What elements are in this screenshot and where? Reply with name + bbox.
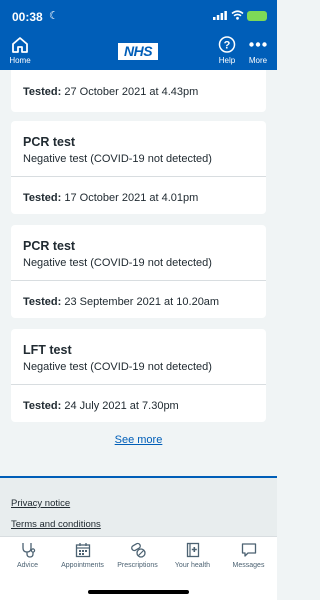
- tab-prescriptions[interactable]: Prescriptions: [110, 542, 165, 569]
- app-header: Home NHS ? Help More: [0, 34, 277, 70]
- tab-messages-label: Messages: [232, 562, 265, 569]
- terms-and-conditions-link[interactable]: Terms and conditions: [11, 519, 101, 530]
- tab-prescriptions-label: Prescriptions: [117, 562, 158, 569]
- calendar-icon: [75, 543, 90, 558]
- test-result: Negative test (COVID-19 not detected): [23, 361, 212, 373]
- test-result-card: PCR test Negative test (COVID-19 not det…: [11, 225, 266, 318]
- home-label: Home: [9, 56, 31, 65]
- tested-date: Tested: 27 October 2021 at 4.43pm: [23, 86, 199, 98]
- help-button[interactable]: ? Help: [215, 36, 239, 65]
- test-type: LFT test: [23, 343, 72, 357]
- help-label: Help: [218, 56, 236, 65]
- tested-date: Tested: 24 July 2021 at 7.30pm: [23, 400, 179, 412]
- nhs-logo: NHS: [118, 43, 158, 60]
- health-record-icon: [186, 542, 199, 558]
- home-icon: [12, 37, 28, 53]
- more-button[interactable]: More: [244, 36, 272, 65]
- divider: [11, 384, 266, 385]
- home-button[interactable]: Home: [6, 36, 34, 65]
- test-result-card: Tested: 27 October 2021 at 4.43pm: [11, 70, 266, 112]
- pills-icon: [130, 542, 146, 558]
- svg-text:?: ?: [224, 40, 231, 52]
- help-icon: ?: [218, 36, 236, 53]
- tab-messages[interactable]: Messages: [221, 542, 276, 569]
- test-type: PCR test: [23, 239, 76, 253]
- status-bar: 00:38 ☾: [0, 0, 277, 34]
- tested-date: Tested: 17 October 2021 at 4.01pm: [23, 192, 199, 204]
- status-time: 00:38: [12, 10, 43, 24]
- signal-icon: [213, 11, 227, 20]
- tab-advice[interactable]: Advice: [0, 542, 55, 569]
- tab-your-health[interactable]: Your health: [165, 542, 220, 569]
- battery-icon: [247, 11, 267, 21]
- test-results-list: Tested: 27 October 2021 at 4.43pm PCR te…: [0, 70, 277, 476]
- divider: [11, 280, 266, 281]
- tab-advice-label: Advice: [16, 562, 38, 569]
- test-result-card: PCR test Negative test (COVID-19 not det…: [11, 121, 266, 214]
- test-result: Negative test (COVID-19 not detected): [23, 257, 212, 269]
- test-type: PCR test: [23, 135, 76, 149]
- tab-appointments-label: Appointments: [61, 562, 104, 569]
- see-more-link[interactable]: See more: [0, 434, 277, 446]
- tab-appointments[interactable]: Appointments: [55, 542, 110, 569]
- divider: [11, 176, 266, 177]
- more-label: More: [248, 56, 268, 65]
- privacy-notice-link[interactable]: Privacy notice: [11, 498, 70, 509]
- message-icon: [241, 543, 256, 557]
- stethoscope-icon: [21, 543, 35, 558]
- test-result-card: LFT test Negative test (COVID-19 not det…: [11, 329, 266, 422]
- moon-icon: ☾: [49, 10, 59, 22]
- tab-your-health-label: Your health: [174, 562, 211, 569]
- home-indicator: [88, 590, 189, 594]
- more-icon: [249, 42, 267, 47]
- wifi-icon: [231, 10, 244, 20]
- footer: Privacy notice Terms and conditions: [0, 476, 277, 536]
- test-result: Negative test (COVID-19 not detected): [23, 153, 212, 165]
- tested-date: Tested: 23 September 2021 at 10.20am: [23, 296, 220, 308]
